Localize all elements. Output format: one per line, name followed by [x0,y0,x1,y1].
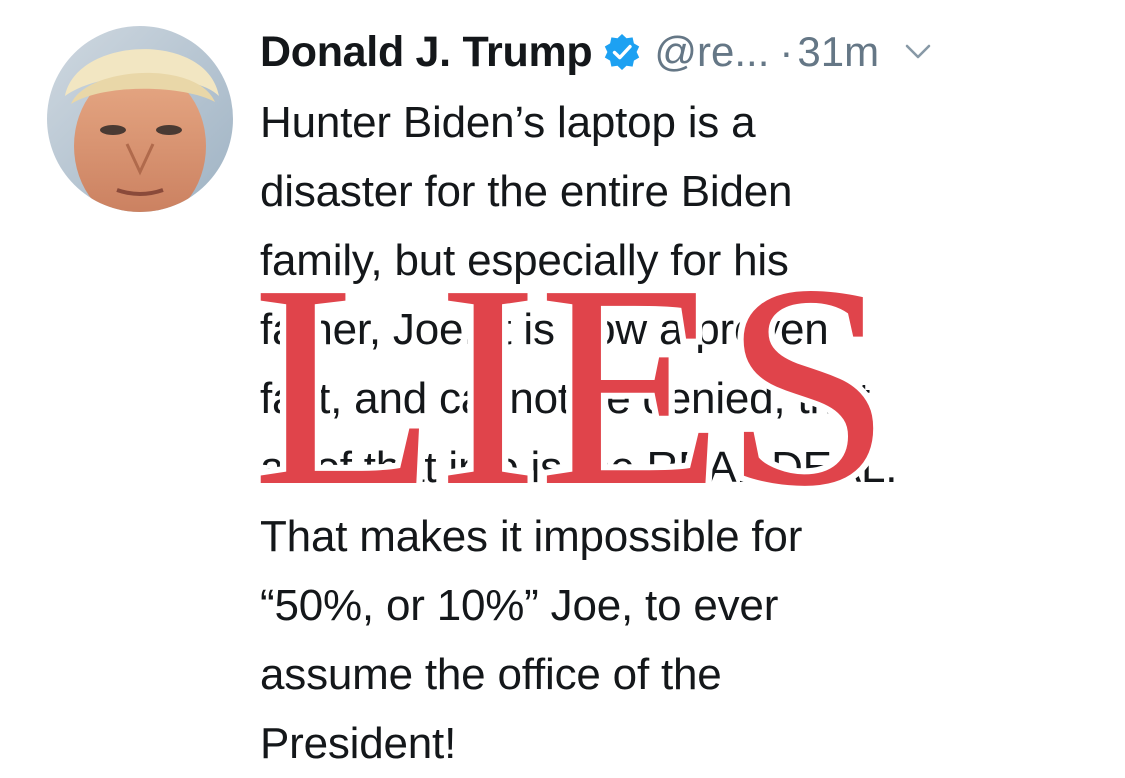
avatar[interactable] [47,26,233,212]
tweet-text-line: President! [260,719,457,768]
tweet-timestamp[interactable]: 31m [797,28,879,76]
tweet-text: Hunter Biden’s laptop is a disaster for … [260,88,1080,778]
tweet-text-line: all of that info is the REAL DEAL. [260,443,898,492]
tweet-text-line: assume the office of the [260,650,722,699]
separator-dot: · [779,28,794,75]
tweet-text-line: father, Joe. It is now a proven [260,305,829,354]
verified-badge-icon [602,32,642,72]
tweet-text-line: disaster for the entire Biden [260,167,793,216]
chevron-down-icon[interactable] [905,44,931,60]
display-name[interactable]: Donald J. Trump [260,28,593,77]
avatar-image [47,26,233,212]
tweet-text-line: Hunter Biden’s laptop is a [260,98,756,147]
tweet-text-line: “50%, or 10%” Joe, to ever [260,581,779,630]
tweet-text-line: fact, and cannot be denied, that [260,374,871,423]
tweet-text-line: family, but especially for his [260,236,789,285]
tweet-header: Donald J. Trump @re... · 31m [260,22,931,82]
tweet-text-line: That makes it impossible for [260,512,803,561]
user-handle[interactable]: @re... [654,28,769,76]
